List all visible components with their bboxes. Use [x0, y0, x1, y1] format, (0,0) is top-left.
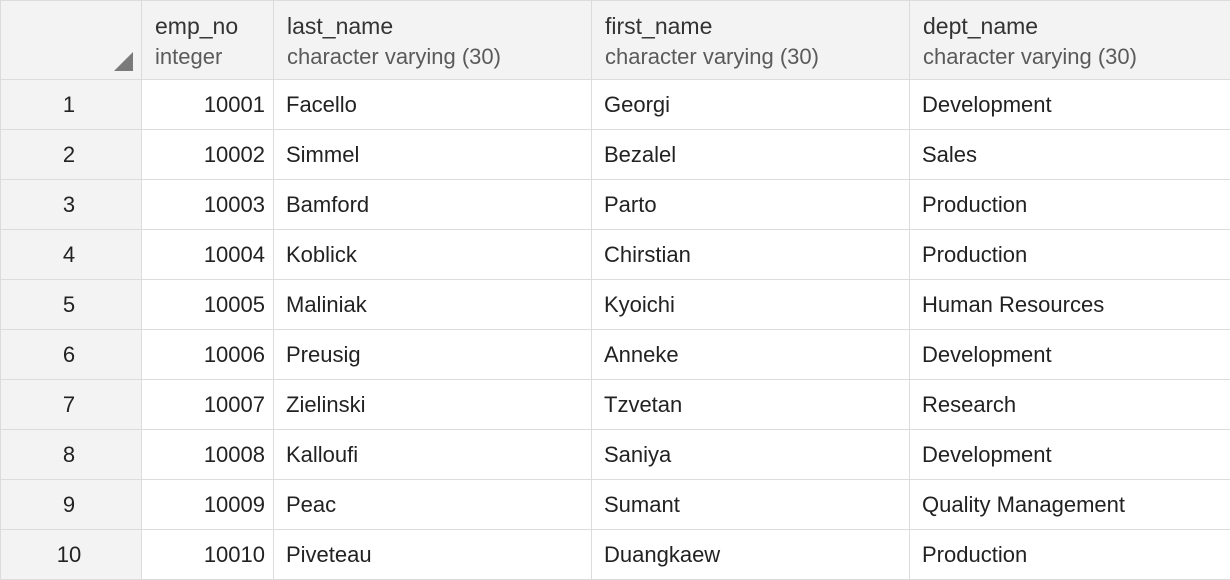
last-name-cell[interactable]: Piveteau: [274, 530, 592, 580]
table-row[interactable]: 710007ZielinskiTzvetanResearch: [1, 380, 1230, 430]
row-number-cell[interactable]: 10: [1, 530, 142, 580]
column-type: character varying (30): [910, 39, 1230, 70]
column-type: character varying (30): [592, 39, 909, 70]
emp-no-cell[interactable]: 10006: [142, 330, 274, 380]
table-row[interactable]: 210002SimmelBezalelSales: [1, 130, 1230, 180]
dept-name-cell[interactable]: Development: [910, 80, 1230, 130]
column-header-dept-name[interactable]: dept_name character varying (30): [910, 1, 1230, 80]
column-header-last-name[interactable]: last_name character varying (30): [274, 1, 592, 80]
first-name-cell[interactable]: Georgi: [592, 80, 910, 130]
dept-name-cell[interactable]: Production: [910, 530, 1230, 580]
last-name-cell[interactable]: Facello: [274, 80, 592, 130]
last-name-cell[interactable]: Preusig: [274, 330, 592, 380]
last-name-cell[interactable]: Bamford: [274, 180, 592, 230]
last-name-cell[interactable]: Koblick: [274, 230, 592, 280]
first-name-cell[interactable]: Sumant: [592, 480, 910, 530]
emp-no-cell[interactable]: 10009: [142, 480, 274, 530]
table-row[interactable]: 1010010PiveteauDuangkaewProduction: [1, 530, 1230, 580]
first-name-cell[interactable]: Bezalel: [592, 130, 910, 180]
emp-no-cell[interactable]: 10002: [142, 130, 274, 180]
first-name-cell[interactable]: Anneke: [592, 330, 910, 380]
dept-name-cell[interactable]: Development: [910, 430, 1230, 480]
emp-no-cell[interactable]: 10008: [142, 430, 274, 480]
first-name-cell[interactable]: Parto: [592, 180, 910, 230]
row-number-cell[interactable]: 4: [1, 230, 142, 280]
last-name-cell[interactable]: Peac: [274, 480, 592, 530]
emp-no-cell[interactable]: 10010: [142, 530, 274, 580]
select-all-icon[interactable]: [114, 52, 133, 71]
column-name: dept_name: [910, 1, 1230, 39]
column-name: last_name: [274, 1, 591, 39]
row-number-cell[interactable]: 7: [1, 380, 142, 430]
last-name-cell[interactable]: Maliniak: [274, 280, 592, 330]
last-name-cell[interactable]: Kalloufi: [274, 430, 592, 480]
first-name-cell[interactable]: Chirstian: [592, 230, 910, 280]
dept-name-cell[interactable]: Development: [910, 330, 1230, 380]
table-row[interactable]: 310003BamfordPartoProduction: [1, 180, 1230, 230]
last-name-cell[interactable]: Zielinski: [274, 380, 592, 430]
dept-name-cell[interactable]: Production: [910, 230, 1230, 280]
dept-name-cell[interactable]: Research: [910, 380, 1230, 430]
table-row[interactable]: 410004KoblickChirstianProduction: [1, 230, 1230, 280]
emp-no-cell[interactable]: 10003: [142, 180, 274, 230]
column-type: character varying (30): [274, 39, 591, 70]
table-row[interactable]: 610006PreusigAnnekeDevelopment: [1, 330, 1230, 380]
grid-body: 110001FacelloGeorgiDevelopment210002Simm…: [1, 80, 1230, 580]
dept-name-cell[interactable]: Production: [910, 180, 1230, 230]
table-row[interactable]: 510005MaliniakKyoichiHuman Resources: [1, 280, 1230, 330]
first-name-cell[interactable]: Duangkaew: [592, 530, 910, 580]
row-number-cell[interactable]: 1: [1, 80, 142, 130]
emp-no-cell[interactable]: 10005: [142, 280, 274, 330]
emp-no-cell[interactable]: 10001: [142, 80, 274, 130]
row-number-cell[interactable]: 3: [1, 180, 142, 230]
column-type: integer: [142, 39, 273, 70]
results-grid: emp_no integer last_name character varyi…: [0, 0, 1230, 580]
last-name-cell[interactable]: Simmel: [274, 130, 592, 180]
column-name: emp_no: [142, 1, 273, 39]
first-name-cell[interactable]: Saniya: [592, 430, 910, 480]
column-header-first-name[interactable]: first_name character varying (30): [592, 1, 910, 80]
table-row[interactable]: 810008KalloufiSaniyaDevelopment: [1, 430, 1230, 480]
select-all-corner[interactable]: [1, 1, 142, 80]
table-row[interactable]: 910009PeacSumantQuality Management: [1, 480, 1230, 530]
table-row[interactable]: 110001FacelloGeorgiDevelopment: [1, 80, 1230, 130]
row-number-cell[interactable]: 5: [1, 280, 142, 330]
first-name-cell[interactable]: Kyoichi: [592, 280, 910, 330]
column-name: first_name: [592, 1, 909, 39]
dept-name-cell[interactable]: Sales: [910, 130, 1230, 180]
dept-name-cell[interactable]: Human Resources: [910, 280, 1230, 330]
emp-no-cell[interactable]: 10007: [142, 380, 274, 430]
first-name-cell[interactable]: Tzvetan: [592, 380, 910, 430]
row-number-cell[interactable]: 8: [1, 430, 142, 480]
header-row: emp_no integer last_name character varyi…: [1, 1, 1230, 80]
dept-name-cell[interactable]: Quality Management: [910, 480, 1230, 530]
row-number-cell[interactable]: 9: [1, 480, 142, 530]
emp-no-cell[interactable]: 10004: [142, 230, 274, 280]
row-number-cell[interactable]: 6: [1, 330, 142, 380]
column-header-emp-no[interactable]: emp_no integer: [142, 1, 274, 80]
row-number-cell[interactable]: 2: [1, 130, 142, 180]
